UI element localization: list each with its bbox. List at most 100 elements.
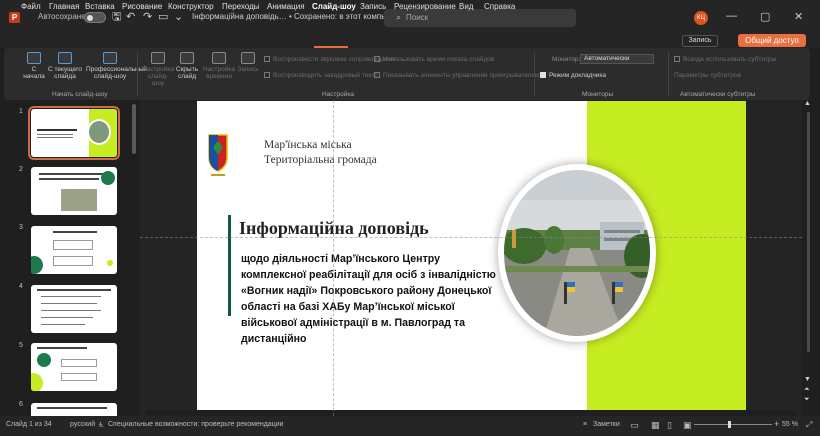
thumb-box	[61, 373, 97, 381]
slide-thumbnail-5[interactable]	[31, 343, 117, 391]
online-present-icon	[103, 52, 117, 64]
slide-thumbnail-1[interactable]	[28, 106, 120, 160]
setup-icon	[151, 52, 165, 64]
hide-slide-button[interactable]: Скрыть слайд	[173, 52, 201, 80]
thumb-line	[37, 137, 73, 138]
group-start-slideshow: Начать слайд-шоу	[52, 91, 108, 98]
checkbox[interactable]	[374, 56, 380, 62]
accessibility-icon[interactable]: ♿	[98, 421, 104, 429]
photo-illustration	[504, 170, 650, 336]
presenter-view-label: Режим докладчика	[549, 72, 606, 79]
rehearse-timings-button[interactable]: Настройка времени	[203, 52, 235, 80]
check-media-controls[interactable]: Показывать элементы управления проигрыва…	[374, 72, 540, 79]
present-icon[interactable]: ▭	[158, 10, 168, 24]
checkbox[interactable]	[540, 72, 546, 78]
scrollbar-thumb[interactable]	[807, 112, 810, 352]
search-icon: ⌕	[396, 12, 402, 22]
slide-thumbnail-3[interactable]	[31, 226, 117, 274]
checkbox[interactable]	[264, 72, 270, 78]
current-slide[interactable]: Мар'їнська міська Територіальна громада …	[197, 101, 746, 410]
redo-icon[interactable]: ↷	[143, 10, 152, 24]
normal-view-icon[interactable]: ▭	[630, 420, 639, 431]
check-subtitles[interactable]: Всегда использовать субтитры	[674, 56, 776, 63]
tab-record[interactable]: Запись	[360, 2, 386, 11]
from-current-button[interactable]: С текущего слайда	[48, 52, 82, 80]
setup-slideshow-button[interactable]: Настройка слайд-шоу	[142, 52, 174, 87]
autosave-toggle[interactable]	[84, 12, 106, 23]
check-presenter-view[interactable]: Режим докладчика	[540, 72, 606, 79]
thumb-line	[41, 310, 101, 311]
record-icon	[241, 52, 255, 64]
check-voiceover[interactable]: Воспроизводить закадровый текст	[264, 72, 377, 79]
checkbox[interactable]	[374, 72, 380, 78]
zoom-level[interactable]: 55 %	[782, 421, 798, 428]
tab-design[interactable]: Конструктор	[168, 2, 214, 11]
subtitle-settings-label: Параметры субтитров	[674, 72, 742, 79]
slide-thumbnail-6[interactable]	[31, 403, 117, 416]
fit-to-window-icon[interactable]: ⤢	[806, 420, 812, 430]
thumb-line	[37, 129, 77, 131]
panel-scrollbar[interactable]	[132, 104, 136, 154]
thumb-photo	[61, 189, 97, 211]
tab-view[interactable]: Вид	[459, 2, 473, 11]
tab-draw[interactable]: Рисование	[122, 2, 162, 11]
notes-button[interactable]: Заметки	[593, 421, 620, 428]
tab-home[interactable]: Главная	[49, 2, 79, 11]
zoom-in-icon[interactable]: +	[774, 419, 779, 429]
zoom-slider-thumb[interactable]	[728, 421, 731, 428]
from-beginning-button[interactable]: С начала	[22, 52, 46, 80]
customize-icon[interactable]: ⌄	[174, 10, 183, 24]
thumb-line	[39, 178, 99, 180]
prev-slide-icon[interactable]: ⏶	[804, 386, 810, 394]
monitor-select[interactable]: Автоматически	[580, 54, 654, 64]
slide-thumbnail-4[interactable]	[31, 285, 117, 333]
thumb-box	[53, 240, 93, 250]
record-button[interactable]: Запись	[682, 35, 718, 47]
scroll-up-icon[interactable]: ▲	[804, 100, 811, 107]
maximize-icon[interactable]: ▢	[760, 10, 770, 23]
thumb-line	[41, 324, 85, 325]
tab-transitions[interactable]: Переходы	[222, 2, 260, 11]
share-button[interactable]: Общий доступ	[738, 34, 806, 47]
record-slideshow-label: Запись	[237, 66, 259, 73]
next-slide-icon[interactable]: ⏷	[804, 396, 810, 404]
tab-insert[interactable]: Вставка	[85, 2, 115, 11]
slideshow-view-icon[interactable]: ▣	[683, 420, 692, 431]
record-slideshow-button[interactable]: Запись	[236, 52, 260, 73]
notes-icon[interactable]: ≡	[583, 421, 587, 428]
tab-review[interactable]: Рецензирование	[394, 2, 456, 11]
document-title[interactable]: Інформаційна доповідь… • Сохранено: в эт…	[192, 12, 413, 21]
checkbox[interactable]	[674, 56, 680, 62]
thumb-line	[53, 231, 97, 233]
tab-file[interactable]: Файл	[21, 2, 41, 11]
reading-view-icon[interactable]: ▯	[667, 420, 672, 431]
check-timings[interactable]: Использовать время показа слайдов	[374, 56, 494, 63]
undo-icon[interactable]: ↶	[126, 10, 135, 24]
language-indicator[interactable]: русский	[70, 421, 95, 428]
subtitle-settings-button[interactable]: Параметры субтитров	[674, 72, 741, 79]
hide-slide-icon	[180, 52, 194, 64]
tab-slideshow[interactable]: Слайд-шоу	[312, 2, 356, 11]
play-icon	[27, 52, 41, 64]
save-icon[interactable]: 🖫	[112, 10, 121, 24]
close-icon[interactable]: ✕	[794, 10, 803, 23]
group-captions: Автоматически субтитры	[680, 91, 756, 98]
from-current-label: С текущего слайда	[48, 66, 82, 80]
online-presentation-button[interactable]: Профессиональный слайд-шоу	[86, 52, 147, 80]
minimize-icon[interactable]: —	[726, 10, 737, 22]
slide-number: 3	[19, 224, 23, 231]
group-monitors: Мониторы	[582, 91, 614, 98]
thumb-line	[37, 347, 87, 349]
tab-help[interactable]: Справка	[484, 2, 515, 11]
checkbox[interactable]	[264, 56, 270, 62]
play-current-icon	[58, 52, 72, 64]
slide-thumbnail-2[interactable]	[31, 167, 117, 215]
avatar[interactable]: КЦ	[694, 11, 708, 25]
slide-sorter-icon[interactable]: ▦	[651, 420, 660, 431]
tab-animations[interactable]: Анимация	[267, 2, 305, 11]
scroll-down-icon[interactable]: ▼	[804, 376, 811, 383]
zoom-slider[interactable]	[694, 424, 772, 425]
thumb-line	[37, 407, 107, 409]
thumb-shape	[101, 171, 115, 185]
accessibility-status[interactable]: Специальные возможности: проверьте реком…	[108, 421, 284, 428]
